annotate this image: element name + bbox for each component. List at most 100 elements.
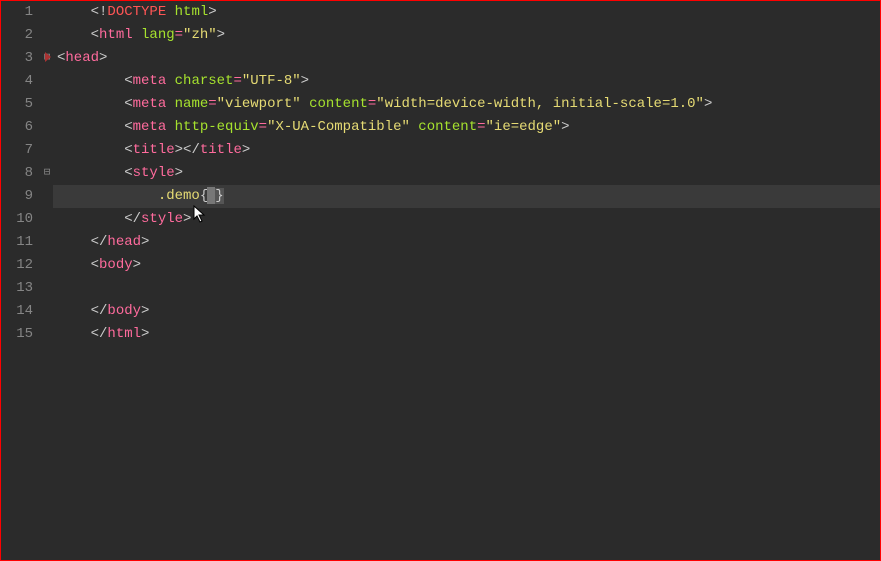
fold-marker: [41, 139, 53, 162]
token-punct: >: [183, 211, 191, 227]
token-punct: >: [141, 303, 149, 319]
token-txt: [166, 96, 174, 112]
fold-marker: [41, 116, 53, 139]
token-punct: <: [124, 73, 132, 89]
token-bang: DOCTYPE: [107, 4, 166, 20]
token-punct: <: [124, 96, 132, 112]
fold-marker: [41, 300, 53, 323]
token-punct: </: [91, 303, 108, 319]
line-number: 4: [1, 70, 33, 93]
token-str: "width=device-width, initial-scale=1.0": [376, 96, 704, 112]
code-line[interactable]: <html lang="zh">: [53, 24, 880, 47]
code-line[interactable]: </body>: [53, 300, 880, 323]
token-tag: head: [107, 234, 141, 250]
code-line[interactable]: <meta charset="UTF-8">: [53, 70, 880, 93]
code-line[interactable]: <style>: [53, 162, 880, 185]
code-line[interactable]: <meta http-equiv="X-UA-Compatible" conte…: [53, 116, 880, 139]
token-str: "X-UA-Compatible": [267, 119, 410, 135]
token-punct: >: [704, 96, 712, 112]
code-line[interactable]: .demo{}: [53, 185, 880, 208]
token-punct: >: [561, 119, 569, 135]
fold-marker: [41, 185, 53, 208]
token-op: =: [175, 27, 183, 43]
code-line[interactable]: <head>: [53, 47, 880, 70]
fold-column: ⊟⊟: [41, 1, 53, 560]
fold-marker: [41, 277, 53, 300]
code-line[interactable]: <title></title>: [53, 139, 880, 162]
code-line[interactable]: </head>: [53, 231, 880, 254]
code-editor[interactable]: 123456789101112131415 ⊟⊟ <!DOCTYPE html>…: [1, 1, 880, 560]
fold-marker: [41, 323, 53, 346]
token-sel: .demo: [158, 188, 200, 204]
token-punct: </: [124, 211, 141, 227]
token-punct: >: [141, 234, 149, 250]
code-area[interactable]: <!DOCTYPE html> <html lang="zh"><head> <…: [53, 1, 880, 560]
token-punct: <: [124, 119, 132, 135]
line-number: 1: [1, 1, 33, 24]
fold-marker: [41, 24, 53, 47]
fold-marker: [41, 70, 53, 93]
token-attr: content: [309, 96, 368, 112]
token-txt: [166, 4, 174, 20]
line-number: 8: [1, 162, 33, 185]
code-line[interactable]: <body>: [53, 254, 880, 277]
token-txt: [301, 96, 309, 112]
token-tag: title: [200, 142, 242, 158]
line-number: 9: [1, 185, 33, 208]
token-tag: meta: [133, 96, 167, 112]
token-tag: meta: [133, 73, 167, 89]
fold-marker[interactable]: ⊟: [41, 162, 53, 185]
token-punct: <: [91, 257, 99, 273]
token-punct: >: [141, 326, 149, 342]
token-op: =: [208, 96, 216, 112]
token-punct: >: [208, 4, 216, 20]
line-number: 5: [1, 93, 33, 116]
line-number: 11: [1, 231, 33, 254]
line-number: 15: [1, 323, 33, 346]
token-punct: <!: [91, 4, 108, 20]
token-tag: html: [107, 326, 141, 342]
code-line[interactable]: </html>: [53, 323, 880, 346]
token-punct: ></: [175, 142, 200, 158]
token-str: "ie=edge": [486, 119, 562, 135]
fold-marker: [41, 231, 53, 254]
token-punct: }: [215, 188, 223, 204]
token-tag: title: [133, 142, 175, 158]
token-tag: body: [99, 257, 133, 273]
token-op: =: [477, 119, 485, 135]
token-txt: [166, 119, 174, 135]
breakpoint-marker-icon: [45, 52, 51, 62]
token-punct: >: [133, 257, 141, 273]
token-attr: content: [418, 119, 477, 135]
token-punct: </: [91, 234, 108, 250]
token-attr: name: [175, 96, 209, 112]
token-punct: <: [124, 165, 132, 181]
token-str: "zh": [183, 27, 217, 43]
token-attr: charset: [175, 73, 234, 89]
token-punct: <: [91, 27, 99, 43]
code-line[interactable]: <meta name="viewport" content="width=dev…: [53, 93, 880, 116]
token-tag: style: [133, 165, 175, 181]
fold-marker: [41, 93, 53, 116]
line-number: 12: [1, 254, 33, 277]
token-punct: </: [91, 326, 108, 342]
gutter: 123456789101112131415: [1, 1, 41, 560]
line-number: 2: [1, 24, 33, 47]
fold-marker: [41, 254, 53, 277]
code-line[interactable]: <!DOCTYPE html>: [53, 1, 880, 24]
token-punct: <: [124, 142, 132, 158]
line-number: 3: [1, 47, 33, 70]
token-txt: [166, 73, 174, 89]
token-txt: [133, 27, 141, 43]
code-line[interactable]: [53, 277, 880, 300]
line-number: 14: [1, 300, 33, 323]
token-str: "UTF-8": [242, 73, 301, 89]
code-line[interactable]: </style>: [53, 208, 880, 231]
token-punct: >: [301, 73, 309, 89]
token-tag: meta: [133, 119, 167, 135]
fold-marker: [41, 208, 53, 231]
line-number: 7: [1, 139, 33, 162]
token-tag: head: [65, 50, 99, 66]
line-number: 13: [1, 277, 33, 300]
token-tag: html: [99, 27, 133, 43]
